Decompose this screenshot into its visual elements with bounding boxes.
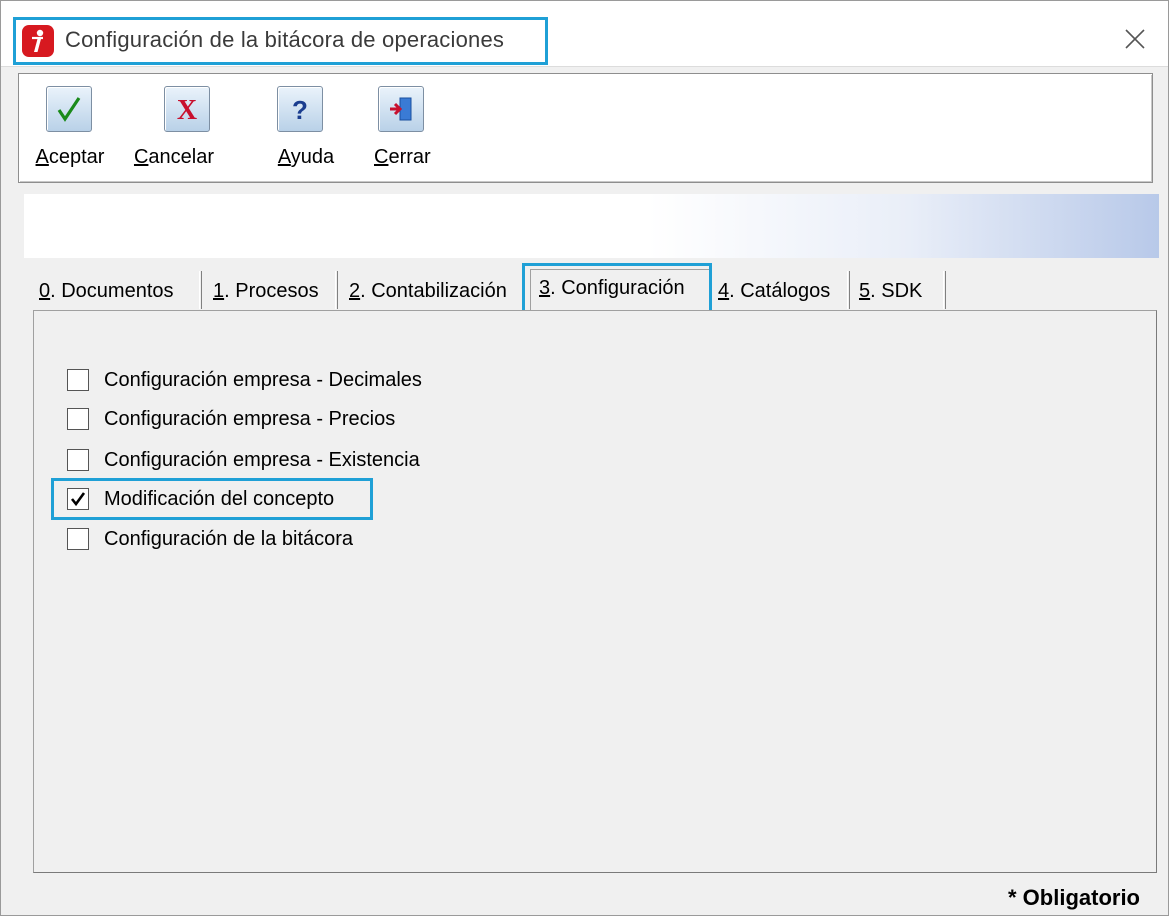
help-icon: ? [277, 86, 323, 132]
svg-text:X: X [177, 95, 197, 124]
checkbox[interactable] [67, 369, 89, 391]
tab-separator [335, 271, 338, 309]
dialog-window: Configuración de la bitácora de operacio… [0, 0, 1169, 916]
checkmark-icon [46, 86, 92, 132]
help-button[interactable]: ? Ayuda [260, 86, 352, 174]
tab-separator [943, 271, 946, 309]
close-icon [1125, 29, 1145, 49]
svg-text:?: ? [292, 95, 308, 124]
tab-contabilizacion[interactable]: 2. Contabilización [345, 273, 511, 309]
checkbox[interactable] [67, 408, 89, 430]
toolbar: Aceptar X Cancelar ? Ayuda Cerrar [18, 73, 1153, 183]
option-highlight-box [51, 478, 373, 520]
close-button[interactable] [1113, 19, 1157, 59]
help-label: Ayuda [277, 146, 335, 168]
close-label: Cerrar [374, 146, 431, 168]
exit-door-icon [378, 86, 424, 132]
option-label: Configuración empresa - Decimales [104, 368, 422, 391]
cancel-label: Cancelar [133, 146, 215, 168]
close-toolbar-button[interactable]: Cerrar [366, 86, 458, 174]
cancel-button[interactable]: X Cancelar [128, 86, 220, 174]
option-label: Configuración empresa - Existencia [104, 448, 420, 471]
checkbox[interactable] [67, 528, 89, 550]
tab-separator [847, 271, 850, 309]
info-banner [24, 194, 1159, 258]
option-label: Configuración empresa - Precios [104, 407, 396, 430]
active-tab-highlight-box [522, 263, 712, 313]
option-config-decimales[interactable]: Configuración empresa - Decimales [67, 367, 422, 393]
option-config-precios[interactable]: Configuración empresa - Precios [67, 406, 395, 432]
title-highlight-box [13, 17, 548, 65]
tab-catalogos[interactable]: 4. Catálogos [714, 273, 834, 309]
checkbox[interactable] [67, 449, 89, 471]
tab-separator [199, 271, 202, 309]
tab-sdk[interactable]: 5. SDK [855, 273, 926, 309]
option-config-bitacora[interactable]: Configuración de la bitácora [67, 526, 353, 552]
tab-procesos[interactable]: 1. Procesos [209, 273, 323, 309]
tab-panel-configuracion [33, 310, 1157, 873]
accept-button[interactable]: Aceptar [24, 86, 116, 174]
option-label: Configuración de la bitácora [104, 527, 354, 550]
accept-label: Aceptar [35, 146, 105, 168]
tab-documentos[interactable]: 0. Documentos [35, 273, 178, 309]
required-note: * Obligatorio [1008, 885, 1140, 910]
x-icon: X [164, 86, 210, 132]
option-config-existencia[interactable]: Configuración empresa - Existencia [67, 447, 420, 473]
